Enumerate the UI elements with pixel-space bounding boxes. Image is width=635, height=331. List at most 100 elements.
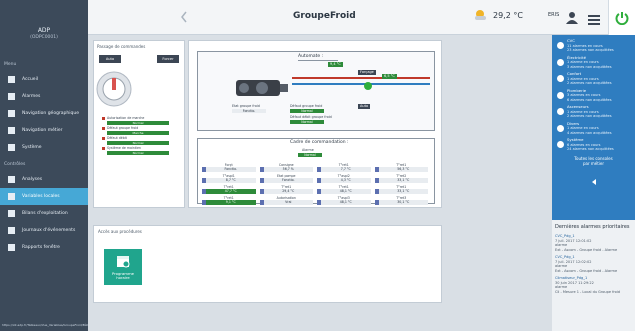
etat-groupe-value: Fonctio. — [232, 109, 266, 113]
sidebar-item-bilans-d-exploitation[interactable]: Bilans d'exploitation — [0, 205, 88, 222]
alarm-group-line2: 2 alarmes non acquittées — [567, 114, 612, 118]
map-pin-icon — [6, 109, 16, 119]
alarm-group--lectricit-[interactable]: Électricité 1 alarme en cours 3 alarmes no… — [555, 55, 632, 70]
home-icon — [7, 76, 15, 83]
sidebar-item-label: Alarmes — [22, 94, 41, 99]
alarm-group-lines: Confort 1 alarme en cours 2 alarmes non ac… — [567, 71, 632, 86]
brand: ADP (ODPC0001) — [0, 0, 88, 54]
alarm-group-syst-me[interactable]: Système 6 alarmes en cours 24 alarmes non … — [555, 137, 632, 152]
all-consoles-line2: par métier — [582, 160, 605, 166]
page-title: GroupeFroid — [293, 11, 356, 21]
bulb-icon — [555, 72, 565, 86]
sidebar-item-label: Variables locales — [22, 194, 60, 199]
status-dot — [102, 136, 105, 140]
caret-left-icon — [591, 178, 596, 185]
cmd-value: 33,1 °C — [374, 189, 428, 194]
cmd-cell: T°ret1 48,1 °C — [317, 185, 371, 194]
status-value: Normal — [107, 151, 169, 155]
alarm-group-lines: CVC 11 alarmes en cours 23 alarmes non acq… — [567, 38, 632, 53]
cmd-value: 47,7 °C — [202, 189, 256, 194]
cmd-cell: T°ret1 33,1 °C — [374, 185, 428, 194]
sidebar-item-label: Journaux d'événements — [22, 228, 76, 233]
sidebar-item-analyses[interactable]: Analyses — [0, 171, 88, 188]
cmd-value: 8,7 °C — [202, 178, 256, 183]
cmd-cell: T°ret1 7,7 °C — [317, 163, 371, 172]
main-content: Passage de commandes Auto Forcer Autoris… — [88, 35, 552, 331]
status-dot — [102, 146, 105, 150]
all-consoles-button[interactable]: Toutes les consoles par métier — [555, 156, 632, 166]
status-row: Système de maintien Normal — [102, 146, 176, 155]
alarm-group-plomberie[interactable]: Plomberie 3 alarmes en cours 6 alarmes non… — [555, 88, 632, 103]
alarm-group-lines: Ascenseurs 1 alarme en cours 2 alarmes non… — [567, 104, 632, 119]
sidebar-item-variables-locales[interactable]: Variables locales — [0, 188, 88, 205]
recent-alarm-item[interactable]: Climatiseur_Pdg_1 30 juin 2017 11:29:22 al… — [555, 276, 632, 294]
chevron-left-icon — [181, 11, 187, 23]
status-value: Normal — [107, 121, 169, 125]
sidebar-item-label: Accueil — [22, 77, 39, 82]
command-card: Passage de commandes Auto Forcer Autoris… — [93, 40, 185, 208]
recent-alarm-item[interactable]: CVC_Pdg_1 7 juil. 2017 12:01:02 alarme Ext … — [555, 234, 632, 252]
collapse-button[interactable] — [555, 170, 632, 189]
alarm-group-lines: Système 6 alarmes en cours 24 alarmes non … — [567, 137, 632, 152]
user-name: ERIS — [548, 12, 560, 18]
report-icon — [7, 244, 15, 251]
sidebar-item-syst-me[interactable]: Système — [0, 139, 88, 156]
status-bar-row: Normal — [102, 151, 176, 155]
alarm-group-cvc[interactable]: CVC 11 alarmes en cours 23 alarmes non acq… — [555, 38, 632, 53]
user-button[interactable] — [566, 9, 578, 28]
alarm-group-lines: Plomberie 3 alarmes en cours 6 alarmes non… — [567, 88, 632, 103]
gear-icon — [555, 138, 565, 152]
selector-knob[interactable] — [94, 69, 134, 109]
alarm-value: Normal — [298, 153, 322, 157]
alarm-group-confort[interactable]: Confort 1 alarme en cours 2 alarmes non ac… — [555, 71, 632, 86]
force-button[interactable]: Forcer — [157, 55, 179, 63]
sidebar-item-alarmes[interactable]: Alarmes — [0, 88, 88, 105]
bell-icon — [7, 93, 15, 100]
menu-button[interactable] — [588, 10, 600, 29]
auto-button[interactable]: Auto — [99, 55, 121, 63]
alarm-group-ascenseurs[interactable]: Ascenseurs 1 alarme en cours 2 alarmes non… — [555, 104, 632, 119]
alarm-panel: CVC 11 alarmes en cours 23 alarmes non acq… — [552, 35, 635, 331]
procedures-card: Accès aux procédures Programme horaire — [93, 225, 442, 303]
controls-section-label: Contrôles — [4, 162, 26, 167]
cmd-value: Vrai — [259, 200, 313, 205]
cmd-value: 33,1 °C — [374, 178, 428, 183]
sidebar-item-accueil[interactable]: Accueil — [0, 71, 88, 88]
power-button[interactable] — [608, 0, 635, 35]
automate-panel: Automate : 9,4 °C 6,5 °C Forçage Auto Et… — [197, 51, 435, 131]
recent-alarm-item[interactable]: CVC_Pdg_1 7 juil. 2017 12:02:02 alarme Ext … — [555, 255, 632, 273]
hvac-icon — [556, 42, 564, 50]
status-row: Défaut groupe froid Marche — [102, 126, 176, 135]
sidebar-item-rapports-fen-tre[interactable]: Rapports fenêtre — [0, 239, 88, 256]
status-row: Défaut débit Normal — [102, 136, 176, 145]
cmd-value: 7,7 °C — [317, 167, 371, 172]
cmd-cell: Consigne 56,7 % — [259, 163, 313, 172]
alarm-group-lines: Électricité 1 alarme en cours 3 alarmes no… — [567, 55, 632, 70]
alarm-group-divers[interactable]: Divers 1 alarme en cours 4 alarmes non acq… — [555, 121, 632, 136]
cmd-value: 29,4 °C — [259, 189, 313, 194]
temperature-1: 9,4 °C — [328, 62, 343, 67]
cube-icon — [556, 124, 564, 132]
schedule-tile[interactable]: Programme horaire — [104, 249, 142, 285]
hvac-icon — [555, 39, 565, 53]
temperature-value: 29,2 °C — [493, 10, 523, 20]
sidebar-item-journaux-d-v-nements[interactable]: Journaux d'événements — [0, 222, 88, 239]
cmd-cell: T°ret2 33,1 °C — [374, 174, 428, 183]
alarm-label: Alarme — [302, 148, 314, 152]
alarm-group-line2: 24 alarmes non acquittées — [567, 147, 614, 151]
pipe-icon — [556, 91, 564, 99]
back-button[interactable] — [178, 8, 190, 26]
command-card-title: Passage de commandes — [97, 44, 146, 49]
elevator-icon — [555, 105, 565, 119]
brand-title: ADP — [37, 27, 51, 34]
status-text: Autorisation de marche — [107, 116, 145, 120]
sidebar-item-navigation-m-tier[interactable]: Navigation métier — [0, 122, 88, 139]
sigma-icon — [7, 210, 15, 217]
chart-icon — [6, 175, 16, 185]
etat-groupe-label: Etat groupe froid — [232, 104, 260, 108]
status-text: Défaut débit — [107, 136, 127, 140]
cmd-cell: T°aspi1 8,7 °C — [202, 174, 256, 183]
sidebar-item-navigation-g-ographique[interactable]: Navigation géographique — [0, 105, 88, 122]
status-dot — [102, 126, 105, 130]
cmd-value: 56,3 °C — [374, 167, 428, 172]
